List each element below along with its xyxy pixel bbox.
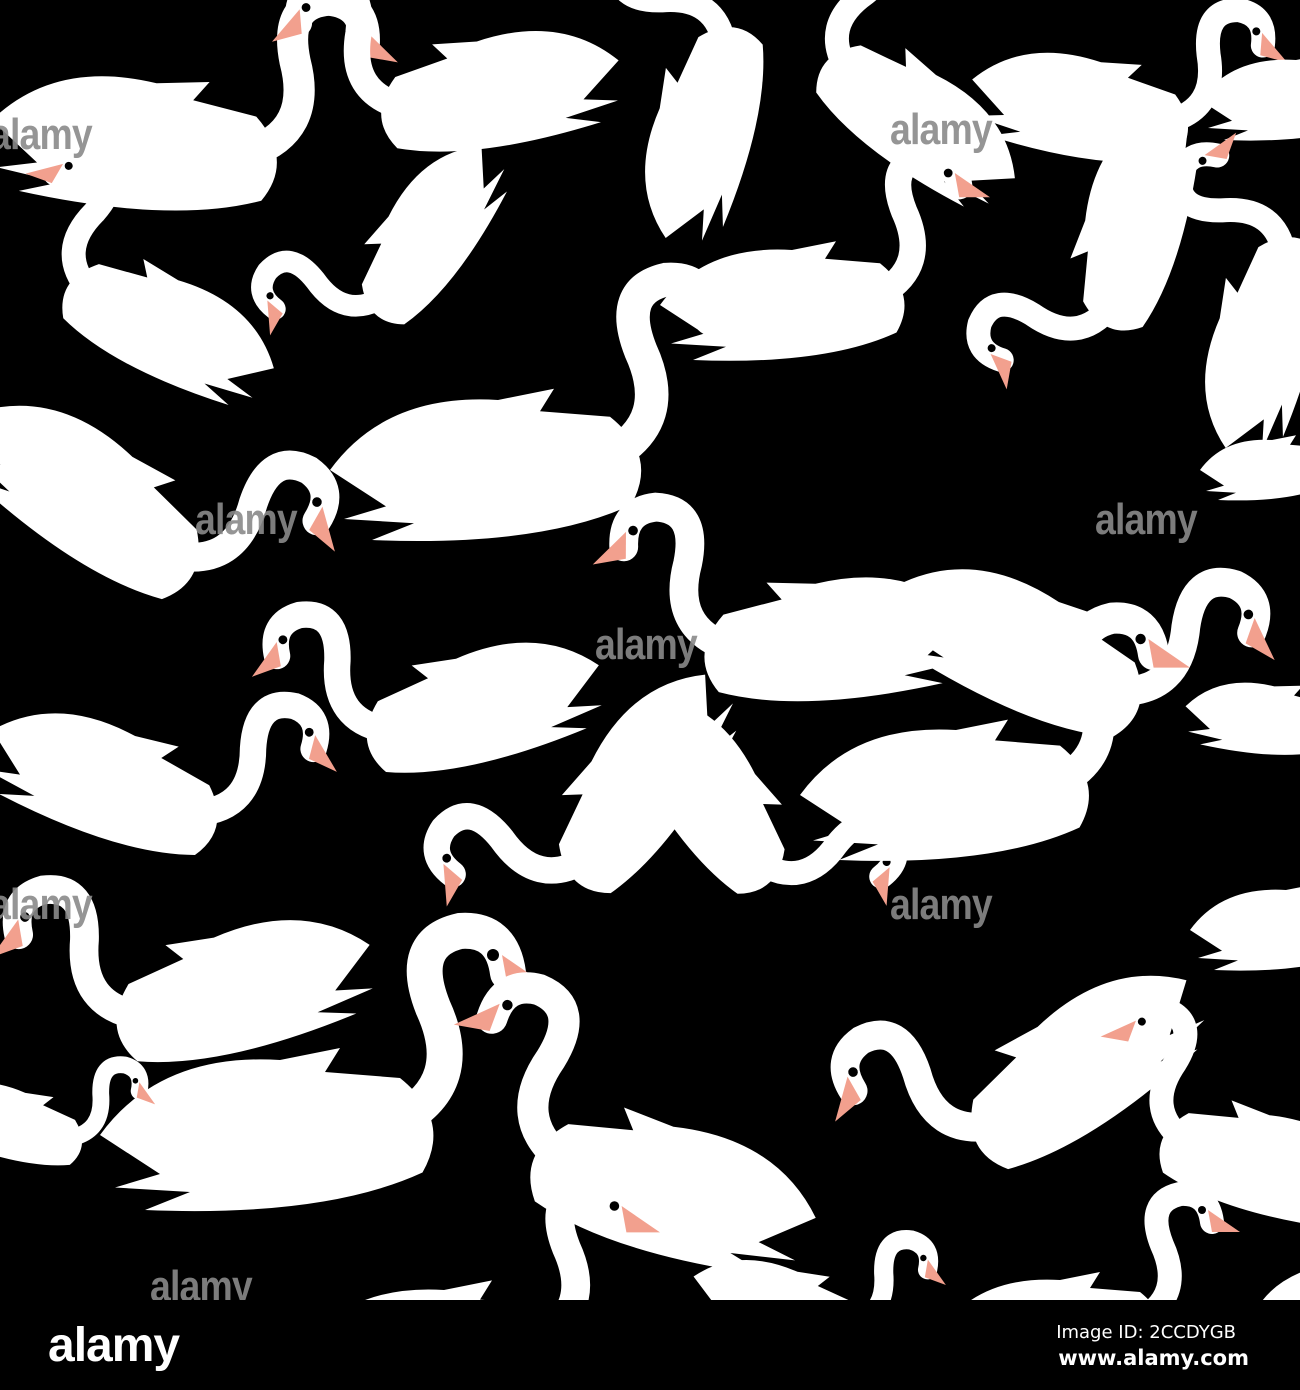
swan-illustration [238, 525, 618, 831]
alamy-watermark: alamy [890, 880, 993, 929]
swan-illustration [420, 976, 846, 1283]
swan-illustration [1190, 821, 1300, 970]
alamy-watermark: alamy [890, 105, 993, 154]
footer-bar: alamy Image ID: 2CCDYGB www.alamy.com [0, 1300, 1300, 1390]
stock-image: alamy alamy alamy alamy alamy alamy alamy alamy… [0, 0, 1300, 1390]
image-id: Image ID: 2CCDYGB [1056, 1322, 1236, 1343]
alamy-logo: alamy [48, 1319, 180, 1372]
website-url: www.alamy.com [1058, 1346, 1249, 1370]
alamy-watermark: alamy [195, 495, 298, 544]
swan-illustration [0, 594, 355, 920]
alamy-watermark: alamy [0, 110, 93, 159]
alamy-watermark: alamy [595, 620, 698, 669]
swan-illustration [300, 1187, 660, 1300]
alamy-watermark: alamy [1095, 495, 1198, 544]
swan-illustration [940, 1194, 1240, 1300]
alamy-watermark: alamy [0, 880, 93, 929]
